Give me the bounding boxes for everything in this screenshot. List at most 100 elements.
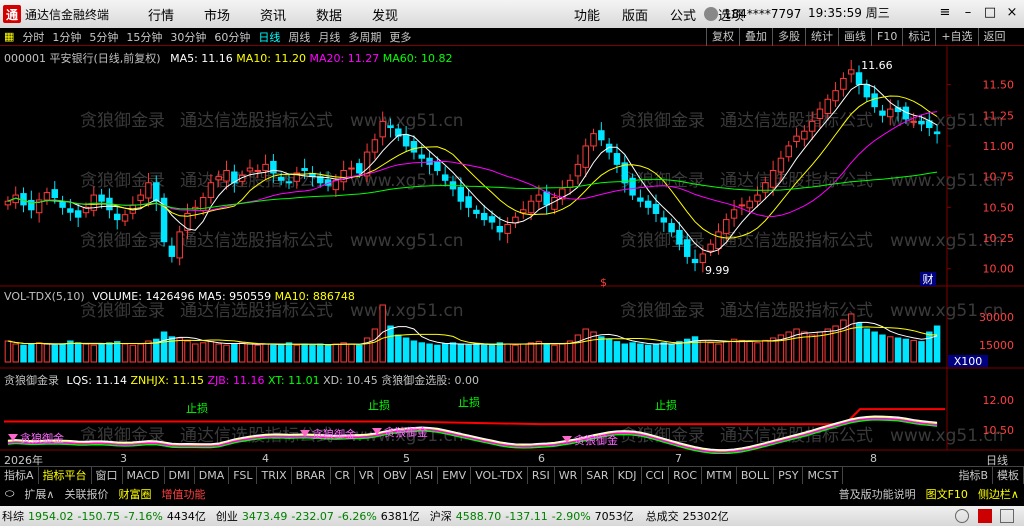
menu-item[interactable]: 行情 [133, 5, 189, 24]
low-price-label: 9.99 [705, 264, 730, 277]
menu-item[interactable]: 公式 [659, 5, 707, 24]
indicator-tab[interactable]: 指标A [0, 467, 39, 484]
toggle-icon[interactable]: ⬭ [0, 487, 19, 501]
volume-bar [496, 342, 504, 363]
period-tab[interactable]: 日线 [254, 29, 284, 45]
menu-item[interactable]: 版面 [611, 5, 659, 24]
indicator-tab[interactable]: CR [331, 467, 355, 484]
sidebar-button[interactable]: 侧边栏∧ [973, 486, 1024, 502]
kline-chart[interactable]: 贪狼御金录 通达信选股指标公式 www.xg51.cn 贪狼御金录 通达信选股指标公式 w… [0, 46, 1024, 454]
indicator-tab[interactable]: EMV [438, 467, 472, 484]
candle-body [67, 208, 74, 213]
indicator-tab[interactable]: RSI [528, 467, 555, 484]
user-box[interactable]: 184****7797 [704, 4, 804, 24]
indicator-tab[interactable]: VOL-TDX [471, 467, 528, 484]
status-bar: 科综 1954.02 -150.75 -7.16% 4434亿 创业 3473.… [0, 506, 1024, 526]
expand-button[interactable]: 扩展∧ [19, 486, 59, 502]
volume-bar [551, 344, 558, 363]
volume-bar [215, 343, 222, 363]
maximize-icon[interactable]: □ [980, 3, 1000, 23]
status-pct: -7.16% [123, 509, 163, 523]
period-tab[interactable]: 多周期 [344, 29, 385, 45]
toolbar-button[interactable]: 画线 [838, 28, 871, 46]
gear-icon[interactable] [955, 509, 969, 523]
value-added-button[interactable]: 增值功能 [156, 486, 210, 502]
indicator-tab[interactable]: SAR [582, 467, 614, 484]
linked-quote-button[interactable]: 关联报价 [59, 486, 113, 502]
indicator-tab[interactable]: BRAR [292, 467, 331, 484]
indicator-tab[interactable]: FSL [229, 467, 258, 484]
volume-bar [543, 343, 550, 363]
alert-icon[interactable] [978, 509, 992, 523]
buy-signal-label: 贪狼御金 [384, 425, 428, 439]
toolbar-button[interactable]: 复权 [706, 28, 739, 46]
indicator-tab[interactable]: KDJ [614, 467, 642, 484]
price-axis-label: 10.50 [983, 201, 1015, 214]
indicator-tab[interactable]: OBV [379, 467, 412, 484]
indicator-tab[interactable]: 指标B [954, 467, 993, 484]
period-tab[interactable]: 1分钟 [48, 29, 85, 45]
candle-body [637, 197, 644, 202]
f10-button[interactable]: 图文F10 [921, 486, 973, 502]
indicator-tab[interactable]: MTM [702, 467, 737, 484]
volume-bar [855, 322, 863, 363]
period-tab[interactable]: 5分钟 [85, 29, 122, 45]
toolbar-button[interactable]: 叠加 [739, 28, 772, 46]
watermark-text: 贪狼御金录 [80, 171, 165, 191]
toolbar-button[interactable]: 多股 [772, 28, 805, 46]
minimize-icon[interactable]: – [958, 3, 978, 23]
indicator-tab[interactable]: VR [355, 467, 380, 484]
candle-body [746, 200, 753, 209]
period-tab[interactable]: 30分钟 [166, 29, 210, 45]
menu-item[interactable]: 功能 [563, 5, 611, 24]
period-tab[interactable]: 月线 [314, 29, 344, 45]
indicator-tab[interactable]: MACD [123, 467, 165, 484]
period-list: 分时 1分钟 5分钟 15分钟 30分钟 60分钟 日线 周线 月线 多周期 更多 [18, 29, 415, 45]
indicator-tab[interactable]: 模板 [993, 467, 1024, 484]
wealth-circle-button[interactable]: 财富圈 [113, 486, 156, 502]
toolbar-grid-icon[interactable]: ▦ [0, 30, 18, 43]
candle-body [777, 157, 785, 173]
menu-icon[interactable]: ≡ [935, 3, 955, 23]
toolbar-button[interactable]: F10 [871, 28, 902, 46]
indicator-tab[interactable]: ASI [411, 467, 439, 484]
toolbar-button[interactable]: 统计 [805, 28, 838, 46]
indicator-tab[interactable]: TRIX [257, 467, 292, 484]
indicator-tab[interactable]: DMI [165, 467, 195, 484]
toolbar-button[interactable]: 返回 [977, 28, 1011, 46]
period-tab[interactable]: 分时 [18, 29, 48, 45]
indicator-tab[interactable]: PSY [774, 467, 804, 484]
volume-bar [43, 343, 51, 363]
volume-bar [160, 331, 168, 363]
status-total-label: 总成交 [645, 510, 679, 523]
toolbar-button[interactable]: +自选 [935, 28, 977, 46]
period-tab[interactable]: 周线 [284, 29, 314, 45]
ma10-label: MA10: 11.20 [236, 52, 307, 65]
volume-bar [410, 340, 418, 363]
vol-header: VOL-TDX(5,10) VOLUME: 1426496 MA5: 95055… [4, 290, 355, 303]
volume-bar [324, 344, 332, 363]
panel-icon[interactable] [1000, 509, 1014, 523]
indicator-tab[interactable]: MCST [803, 467, 844, 484]
menu-item[interactable]: 资讯 [245, 5, 301, 24]
period-tab[interactable]: 60分钟 [210, 29, 254, 45]
indicator-tab[interactable]: ROC [669, 467, 703, 484]
watermark-text: 贪狼御金录 [620, 111, 705, 131]
volume-bar [238, 342, 246, 363]
edition-help-link[interactable]: 普及版功能说明 [834, 486, 921, 502]
period-tab[interactable]: 15分钟 [122, 29, 166, 45]
chart-area[interactable]: 贪狼御金录 通达信选股指标公式 www.xg51.cn 贪狼御金录 通达信选股指标公式 w… [0, 46, 1024, 454]
indicator-tab[interactable]: 窗口 [92, 467, 123, 484]
indicator-tab[interactable]: 指标平台 [39, 467, 92, 484]
indicator-tab[interactable]: WR [555, 467, 583, 484]
toolbar-button[interactable]: 标记 [902, 28, 935, 46]
menu-item[interactable]: 数据 [301, 5, 357, 24]
menu-item[interactable]: 发现 [357, 5, 413, 24]
menu-item[interactable]: 市场 [189, 5, 245, 24]
close-icon[interactable]: × [1002, 3, 1022, 23]
indicator-tab[interactable]: DMA [195, 467, 230, 484]
period-tab[interactable]: 更多 [385, 29, 415, 45]
indicator-tab[interactable]: BOLL [737, 467, 775, 484]
app-title: 通达信金融终端 [25, 7, 110, 22]
indicator-tab[interactable]: CCI [642, 467, 670, 484]
